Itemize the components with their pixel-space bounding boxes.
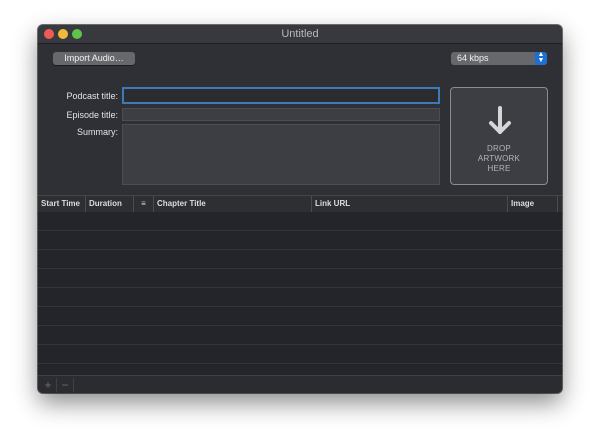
dropzone-text: DROP ARTWORK HERE (451, 144, 547, 174)
summary-field[interactable] (122, 124, 440, 185)
app-window: Untitled Import Audio… 64 kbps ▲ ▼ Podca… (38, 25, 562, 393)
chevron-down-icon: ▼ (537, 57, 545, 64)
table-row (38, 269, 562, 288)
window-title: Untitled (281, 28, 319, 40)
table-row (38, 231, 562, 250)
podcast-title-label: Podcast title: (66, 91, 118, 101)
episode-title-label: Episode title: (66, 110, 118, 120)
column-chapter-title[interactable]: Chapter Title (154, 196, 312, 212)
bitrate-value: 64 kbps (457, 53, 489, 63)
table-row (38, 326, 562, 345)
dropzone-text-line1: DROP (487, 144, 511, 153)
column-link-url[interactable]: Link URL (312, 196, 508, 212)
column-menu-icon[interactable]: ≡ (134, 196, 154, 212)
remove-chapter-button[interactable]: − (57, 378, 74, 392)
import-audio-button[interactable]: Import Audio… (53, 52, 135, 65)
summary-label: Summary: (76, 127, 118, 137)
column-image[interactable]: Image (508, 196, 558, 212)
bitrate-select[interactable]: 64 kbps ▲ ▼ (451, 51, 547, 65)
episode-title-field[interactable] (122, 108, 440, 121)
table-row (38, 212, 562, 231)
column-start-time[interactable]: Start Time (38, 196, 86, 212)
title-bar[interactable]: Untitled (38, 25, 562, 44)
table-row (38, 250, 562, 269)
column-duration[interactable]: Duration (86, 196, 134, 212)
add-chapter-button[interactable]: + (40, 378, 57, 392)
select-arrows-icon: ▲ ▼ (535, 51, 547, 65)
dropzone-text-line2: ARTWORK (477, 154, 521, 163)
chapters-table-header: Start Time Duration ≡ Chapter Title Link… (38, 195, 562, 213)
podcast-title-field[interactable] (122, 87, 440, 104)
chapters-table-body[interactable] (38, 212, 562, 375)
artwork-dropzone[interactable]: DROP ARTWORK HERE (450, 87, 548, 185)
table-row (38, 307, 562, 326)
dropzone-text-line3: HERE (487, 164, 511, 173)
table-row (38, 288, 562, 307)
table-row (38, 345, 562, 364)
down-arrow-icon (489, 106, 511, 134)
table-footer: + − (38, 375, 562, 393)
